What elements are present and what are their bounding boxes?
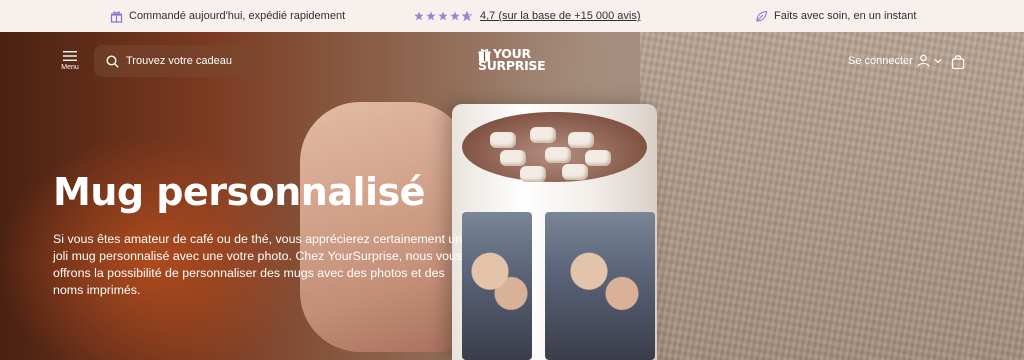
cart-button[interactable] <box>950 54 966 70</box>
menu-label: Menu <box>61 64 79 71</box>
search-icon <box>106 54 119 68</box>
marshmallow <box>500 150 526 166</box>
marshmallow <box>568 132 594 148</box>
quality-notice: Faits avec soin, en un instant <box>755 0 916 32</box>
search-input[interactable] <box>126 55 256 67</box>
shipping-notice-text: Commandé aujourd'hui, expédié rapidement <box>129 10 346 22</box>
user-icon <box>917 54 930 67</box>
marshmallow <box>520 166 546 182</box>
signin-label: Se connecter <box>848 54 913 67</box>
search-bar[interactable] <box>94 45 262 77</box>
signin-button[interactable]: Se connecter <box>848 54 942 67</box>
hero-title: Mug personnalisé <box>53 170 425 214</box>
chevron-down-icon <box>934 58 942 63</box>
gift-box-icon <box>110 10 123 23</box>
leaf-icon <box>755 10 768 23</box>
marshmallow <box>545 147 571 163</box>
mug-print-photo <box>545 212 655 360</box>
announcement-bar: Commandé aujourd'hui, expédié rapidement… <box>0 0 1024 32</box>
quality-notice-text: Faits avec soin, en un instant <box>774 10 917 22</box>
hamburger-icon <box>63 51 77 61</box>
rating-reviews-link[interactable]: 4,7 (sur la base de +15 000 avis) <box>480 10 641 22</box>
marshmallow <box>490 132 516 148</box>
star-icon <box>450 11 460 21</box>
marshmallow <box>562 164 588 180</box>
half-star-icon <box>462 11 472 21</box>
marshmallow <box>585 150 611 166</box>
site-header: Menu YOUR SURPRISE Se connecter <box>0 32 1024 92</box>
rating-stars <box>414 11 472 21</box>
marshmallow <box>530 127 556 143</box>
logo-line-2: SURPRISE <box>478 58 546 73</box>
star-icon <box>438 11 448 21</box>
hero-image-hand <box>300 102 470 352</box>
star-icon <box>414 11 424 21</box>
hero-description: Si vous êtes amateur de café ou de thé, … <box>53 232 463 297</box>
mug-print-photo <box>462 212 532 360</box>
rating-summary[interactable]: 4,7 (sur la base de +15 000 avis) <box>414 0 641 32</box>
logo-wordmark: YOUR SURPRISE <box>478 47 546 72</box>
shipping-notice: Commandé aujourd'hui, expédié rapidement <box>110 0 345 32</box>
star-icon <box>426 11 436 21</box>
shopping-bag-icon <box>951 55 965 70</box>
site-logo[interactable]: YOUR SURPRISE <box>478 47 546 72</box>
menu-button[interactable]: Menu <box>58 50 82 82</box>
